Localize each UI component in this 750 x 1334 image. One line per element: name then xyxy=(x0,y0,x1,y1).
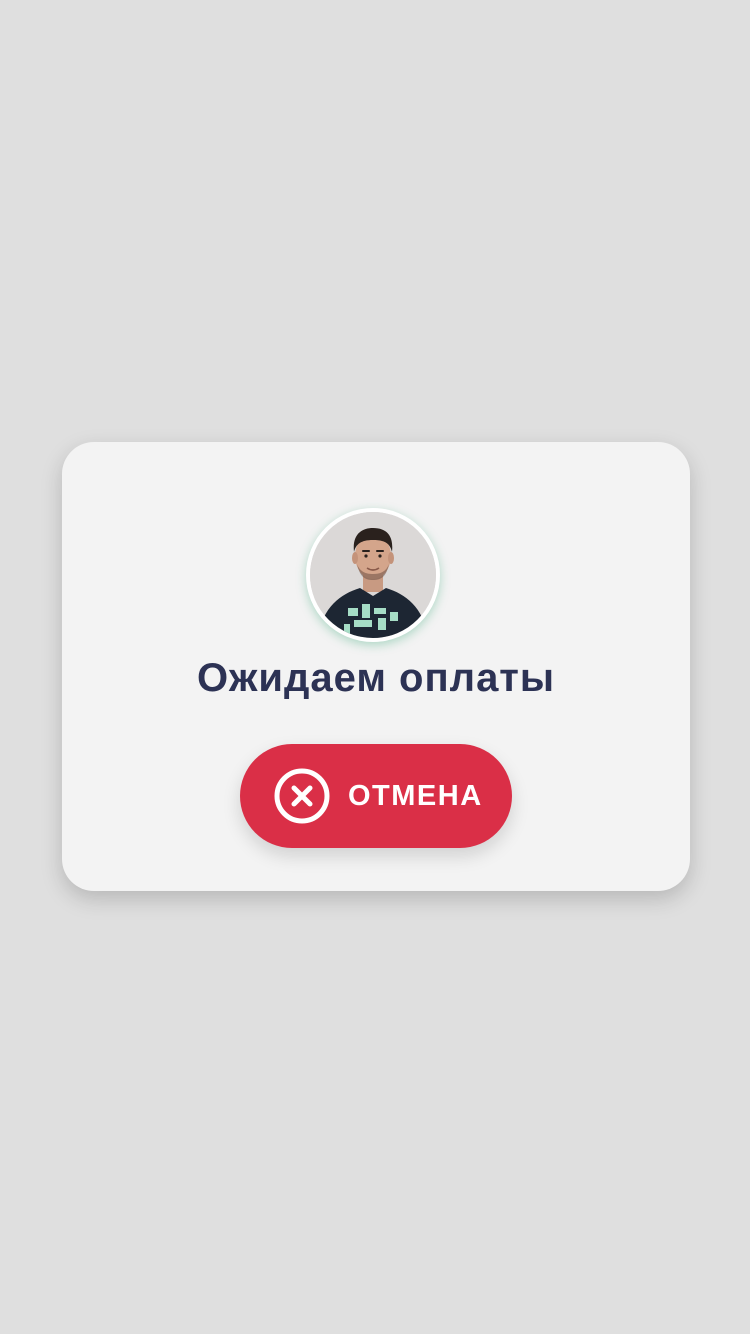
payment-waiting-card: Ожидаем оплаты ОТМЕНА xyxy=(62,442,690,891)
close-circle-icon xyxy=(274,768,330,824)
cancel-button-label: ОТМЕНА xyxy=(348,780,483,812)
cancel-button[interactable]: ОТМЕНА xyxy=(240,744,512,848)
screen-background: Ожидаем оплаты ОТМЕНА xyxy=(0,0,750,1334)
user-photo xyxy=(310,512,436,638)
avatar xyxy=(306,508,440,642)
user-photo-icon xyxy=(310,512,436,638)
page-title: Ожидаем оплаты xyxy=(196,656,556,700)
